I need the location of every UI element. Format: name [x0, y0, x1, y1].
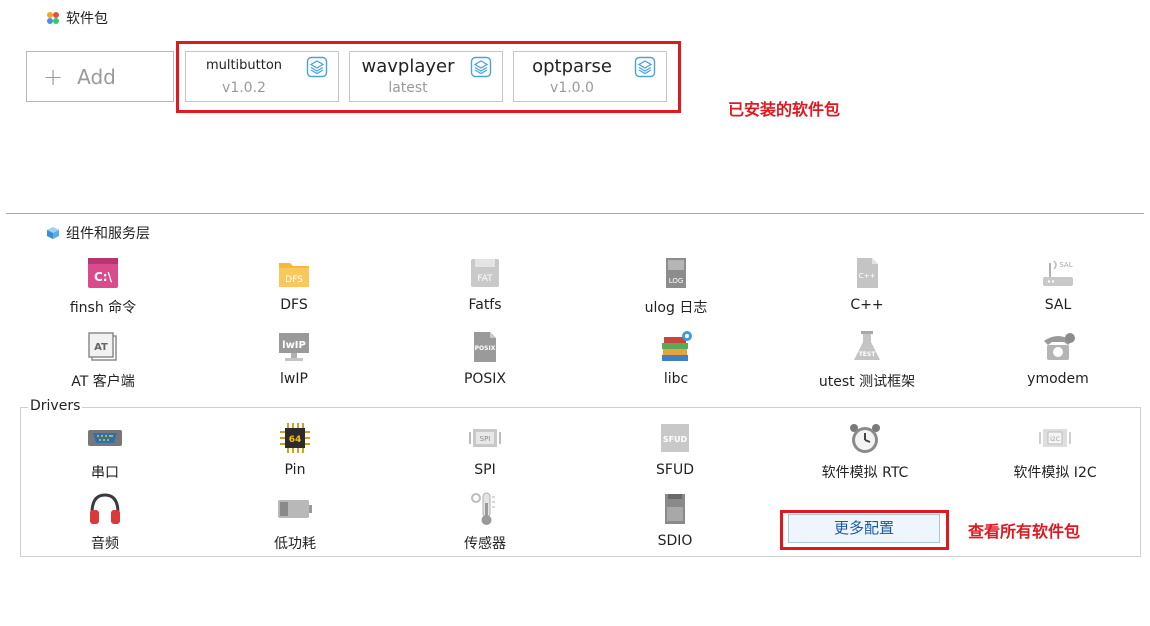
driver-label: 软件模拟 RTC — [821, 465, 909, 481]
svg-text:FAT: FAT — [477, 274, 493, 284]
component-label: SAL — [1044, 297, 1072, 313]
driver-pin[interactable]: 64 Pin — [235, 420, 355, 478]
component-label: AT 客户端 — [71, 374, 135, 390]
svg-text:SPI: SPI — [480, 435, 491, 443]
component-label: DFS — [280, 297, 308, 313]
svg-text:LOG: LOG — [669, 277, 684, 285]
svg-text:64: 64 — [289, 435, 302, 445]
spi-icon: SPI — [469, 429, 501, 447]
svg-text:SFUD: SFUD — [663, 435, 688, 444]
drivers-title: Drivers — [28, 398, 83, 414]
lwip-monitor-icon: lwIP — [279, 333, 309, 361]
component-ymodem[interactable]: ymodem — [998, 329, 1118, 387]
driver-sfud[interactable]: SFUD SFUD — [615, 420, 735, 478]
sd-card-icon — [665, 494, 685, 524]
alarm-clock-icon — [850, 424, 880, 453]
components-header: 组件和服务层 — [46, 223, 150, 243]
chip-icon: 64 — [280, 423, 310, 453]
driver-soft-i2c[interactable]: I2C 软件模拟 I2C — [995, 420, 1115, 482]
svg-text:C:\: C:\ — [94, 270, 113, 284]
component-label: Fatfs — [468, 297, 502, 313]
component-libc[interactable]: libc — [616, 329, 736, 387]
component-label: C++ — [850, 297, 884, 313]
svg-text:I2C: I2C — [1050, 436, 1060, 443]
battery-icon — [278, 500, 312, 518]
driver-label: SDIO — [657, 533, 693, 549]
driver-label: 传感器 — [464, 536, 506, 552]
cpp-file-icon: C++ — [857, 258, 878, 288]
fat-disk-icon: FAT — [471, 259, 499, 287]
svg-text:C++: C++ — [859, 272, 876, 280]
driver-sdio[interactable]: SDIO — [615, 491, 735, 549]
component-ulog[interactable]: LOG ulog 日志 — [616, 255, 736, 317]
component-fatfs[interactable]: FAT Fatfs — [425, 255, 545, 313]
driver-soft-rtc[interactable]: 软件模拟 RTC — [805, 420, 925, 482]
component-dfs[interactable]: DFS DFS — [234, 255, 354, 313]
component-utest[interactable]: TEST utest 测试框架 — [807, 329, 927, 391]
driver-label: 串口 — [91, 465, 119, 481]
svg-text:lwIP: lwIP — [282, 340, 306, 351]
packages-icon — [47, 12, 59, 24]
installed-packages-annotation: 已安装的软件包 — [728, 100, 841, 119]
thermometer-icon — [471, 492, 495, 525]
component-label: finsh 命令 — [69, 300, 137, 316]
more-config-highlight — [780, 510, 949, 550]
plus-icon: + — [43, 62, 64, 91]
cube-icon — [47, 227, 59, 239]
svg-text:SAL: SAL — [1059, 261, 1072, 269]
section-divider — [6, 213, 1144, 214]
component-posix[interactable]: POSIX POSIX — [425, 329, 545, 387]
component-label: utest 测试框架 — [818, 374, 916, 390]
log-file-icon: LOG — [666, 258, 686, 288]
component-finsh[interactable]: C:\ finsh 命令 — [43, 255, 163, 317]
driver-spi[interactable]: SPI SPI — [425, 420, 545, 478]
component-label: libc — [663, 371, 689, 387]
driver-label: 低功耗 — [274, 536, 316, 552]
test-flask-icon: TEST — [854, 331, 880, 360]
terminal-icon: C:\ — [88, 258, 118, 288]
driver-label: SPI — [474, 462, 496, 478]
component-lwip[interactable]: lwIP lwIP — [234, 329, 354, 387]
packages-title: 软件包 — [66, 11, 108, 27]
router-icon: SAL — [1043, 260, 1073, 286]
component-label: ulog 日志 — [644, 300, 708, 316]
i2c-icon: I2C — [1039, 429, 1071, 447]
add-package-button[interactable]: + Add — [26, 51, 174, 102]
serial-port-icon — [88, 430, 122, 446]
add-label: Add — [77, 64, 116, 89]
driver-sensor[interactable]: 传感器 — [425, 491, 545, 553]
svg-text:DFS: DFS — [285, 275, 303, 285]
driver-serial[interactable]: 串口 — [45, 420, 165, 482]
component-at-client[interactable]: AT AT 客户端 — [43, 329, 163, 391]
component-label: ymodem — [1027, 371, 1089, 387]
more-config-annotation: 查看所有软件包 — [968, 522, 1081, 541]
driver-label: Pin — [284, 462, 306, 478]
driver-label: SFUD — [656, 462, 694, 478]
folder-icon: DFS — [279, 263, 309, 287]
component-label: lwIP — [280, 371, 308, 387]
svg-text:POSIX: POSIX — [475, 345, 496, 352]
driver-low-power[interactable]: 低功耗 — [235, 491, 355, 553]
component-label: POSIX — [463, 371, 507, 387]
driver-label: 音频 — [91, 536, 119, 552]
svg-text:AT: AT — [94, 342, 108, 353]
headphones-icon — [90, 493, 120, 524]
posix-file-icon: POSIX — [474, 332, 496, 362]
installed-packages-highlight — [176, 41, 681, 113]
books-icon — [662, 331, 692, 361]
svg-text:TEST: TEST — [859, 351, 877, 358]
packages-header: 软件包 — [46, 8, 108, 28]
component-cpp[interactable]: C++ C++ — [807, 255, 927, 313]
sfud-chip-icon: SFUD — [661, 424, 689, 452]
components-title: 组件和服务层 — [66, 226, 150, 242]
telephone-icon — [1044, 333, 1075, 360]
component-sal[interactable]: SAL SAL — [998, 255, 1118, 313]
driver-audio[interactable]: 音频 — [45, 491, 165, 553]
driver-label: 软件模拟 I2C — [1013, 465, 1097, 481]
at-icon: AT — [88, 332, 117, 361]
